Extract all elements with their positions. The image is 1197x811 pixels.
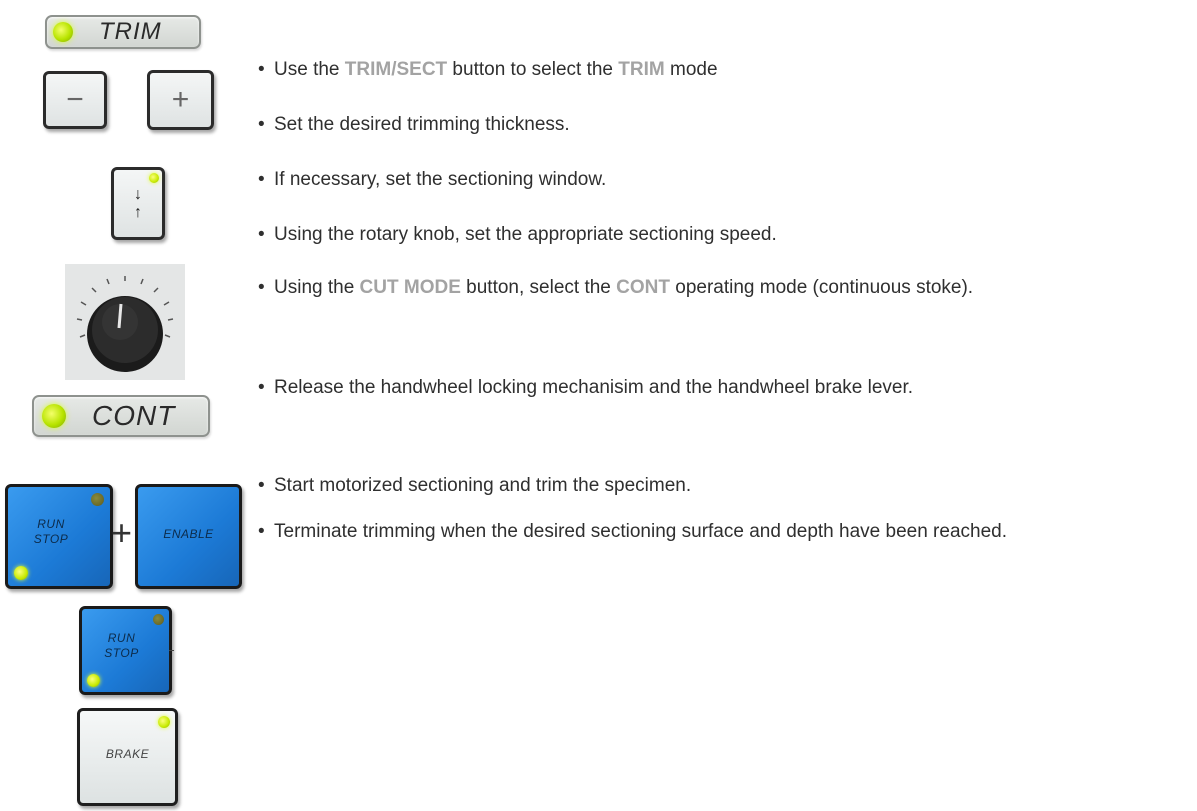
run-label-2: RUN <box>107 631 136 645</box>
list-item: Release the handwheel locking mechanisim… <box>258 374 1178 401</box>
plus-sign: + <box>111 512 133 553</box>
run-label: RUN <box>37 517 65 531</box>
run-stop-key[interactable]: RUN STOP <box>5 484 113 589</box>
cont-indicator-label: CONT <box>92 400 176 431</box>
run-stop-led-icon-2 <box>87 674 100 687</box>
list-item: Use the TRIM/SECT button to select the T… <box>258 56 1178 83</box>
trim-indicator-label: TRIM <box>99 18 162 45</box>
cont-indicator: CONT <box>32 395 210 437</box>
trim-indicator: TRIM <box>45 15 201 49</box>
minus-icon: − <box>66 83 84 116</box>
plus-key[interactable]: + <box>147 70 214 130</box>
run-stop-led-icon <box>14 566 28 580</box>
speed-dial-icon <box>76 276 174 372</box>
enable-label: ENABLE <box>163 527 214 541</box>
list-item: Start motorized sectioning and trim the … <box>258 472 1178 499</box>
brake-label: BRAKE <box>105 747 150 761</box>
keyword: TRIM <box>618 59 665 80</box>
keyword: CUT MODE <box>359 277 461 298</box>
arrow-up-icon: ↑ <box>134 203 142 221</box>
step-text: button, select the <box>460 277 617 298</box>
rotary-knob[interactable] <box>65 264 185 380</box>
list-item: Set the desired trimming thickness. <box>258 111 1178 138</box>
run-stop-key-2[interactable]: RUN STOP <box>79 606 172 695</box>
step-text: Using the rotary knob, set the appropria… <box>274 224 777 245</box>
connector-line <box>169 650 174 651</box>
step-text: Use the <box>274 59 345 80</box>
arrow-down-icon: ↓ <box>134 185 142 203</box>
run-stop-status-led-icon <box>91 493 104 506</box>
section-window-key[interactable]: ↓ ↑ <box>111 167 165 240</box>
step-text: Terminate trimming when the desired sect… <box>274 521 1007 542</box>
keyword: TRIM/SECT <box>344 59 448 80</box>
cont-led-icon <box>42 404 66 428</box>
run-stop-label-2: RUN STOP <box>78 631 165 661</box>
list-item: If necessary, set the sectioning window. <box>258 166 1178 193</box>
list-item: Using the CUT MODE button, select the CO… <box>258 274 1178 301</box>
stop-label-2: STOP <box>104 646 139 660</box>
window-led-icon <box>149 173 159 183</box>
step-text: If necessary, set the sectioning window. <box>274 169 607 190</box>
step-text: operating mode (continuous stoke). <box>669 277 974 298</box>
list-item: Using the rotary knob, set the appropria… <box>258 221 1178 248</box>
step-text: button to select the <box>447 59 619 80</box>
step-text: Start motorized sectioning and trim the … <box>274 475 692 496</box>
step-text: Release the handwheel locking mechanisim… <box>274 377 914 398</box>
stop-label: STOP <box>33 532 69 546</box>
run-stop-status-led-icon-2 <box>153 614 164 625</box>
keyword: CONT <box>616 277 670 298</box>
step-text: Using the <box>274 277 360 298</box>
list-item: Terminate trimming when the desired sect… <box>258 518 1178 545</box>
step-text: mode <box>664 59 718 80</box>
run-stop-label: RUN STOP <box>0 517 102 547</box>
trim-led-icon <box>53 22 73 42</box>
enable-key[interactable]: ENABLE <box>135 484 242 589</box>
brake-led-icon <box>158 716 170 728</box>
brake-key[interactable]: BRAKE <box>77 708 178 806</box>
step-text: Set the desired trimming thickness. <box>274 114 570 135</box>
minus-key[interactable]: − <box>43 71 107 129</box>
plus-icon: + <box>171 83 190 116</box>
